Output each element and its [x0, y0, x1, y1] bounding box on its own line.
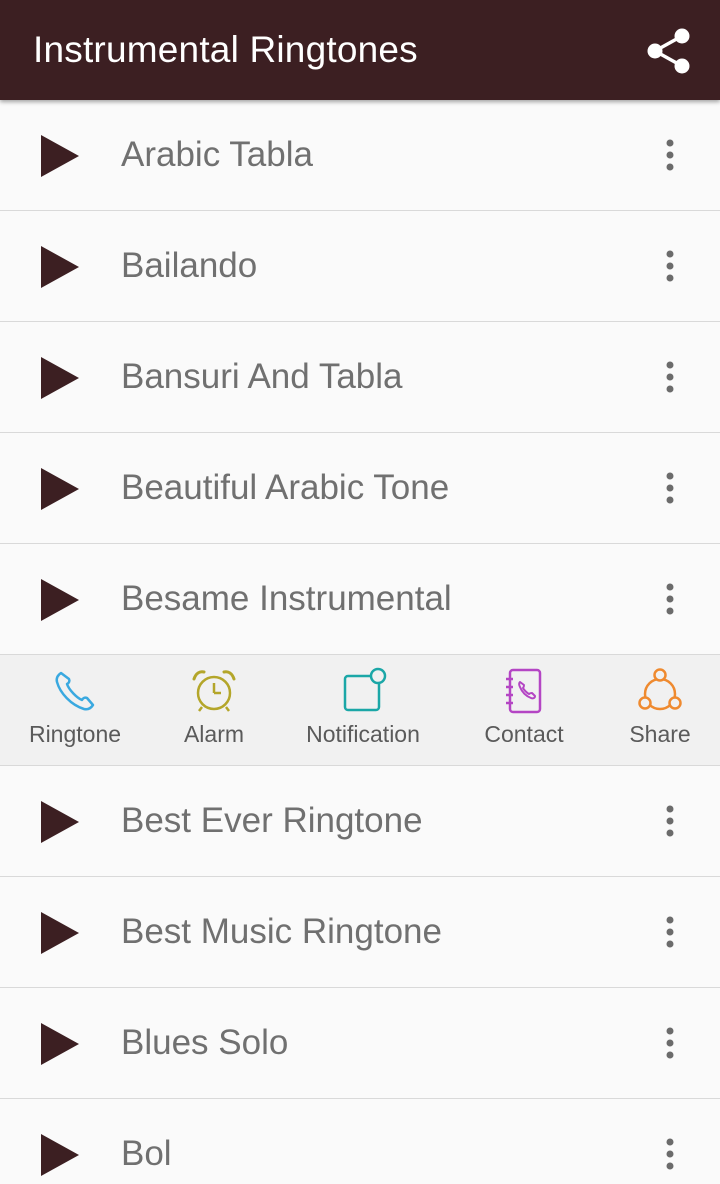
share-ringtone-button[interactable]: Share: [600, 655, 720, 765]
set-alarm-button[interactable]: Alarm: [150, 655, 278, 765]
app-title: Instrumental Ringtones: [33, 29, 418, 70]
ringtone-name: Best Ever Ringtone: [121, 801, 423, 840]
share-icon[interactable]: [646, 27, 692, 75]
contact-book-icon: [506, 668, 542, 714]
ringtone-row[interactable]: Besame Instrumental: [0, 544, 720, 655]
app-bar: Instrumental Ringtones: [0, 0, 720, 100]
play-icon[interactable]: [41, 1134, 79, 1176]
share-circle-icon: [638, 668, 682, 711]
ringtone-row[interactable]: Best Ever Ringtone: [0, 766, 720, 877]
set-notification-button[interactable]: Notification: [278, 655, 448, 765]
ringtone-name: Bol: [121, 1134, 172, 1173]
ringtone-name: Arabic Tabla: [121, 135, 313, 174]
more-options-icon[interactable]: [660, 804, 680, 838]
ringtone-row[interactable]: Best Music Ringtone: [0, 877, 720, 988]
ringtone-name: Bansuri And Tabla: [121, 357, 403, 396]
notification-label: Notification: [306, 721, 420, 747]
ringtone-name: Bailando: [121, 246, 258, 285]
ringtone-name: Beautiful Arabic Tone: [121, 468, 450, 507]
more-options-icon[interactable]: [660, 471, 680, 505]
ringtone-row[interactable]: Bol: [0, 1099, 720, 1184]
ringtone-row[interactable]: Blues Solo: [0, 988, 720, 1099]
more-options-icon[interactable]: [660, 915, 680, 949]
notification-icon: [343, 667, 387, 712]
more-options-icon[interactable]: [660, 360, 680, 394]
play-icon[interactable]: [41, 912, 79, 954]
ringtone-label: Ringtone: [28, 721, 122, 747]
share-label: Share: [629, 721, 691, 747]
more-options-icon[interactable]: [660, 138, 680, 172]
more-options-icon[interactable]: [660, 249, 680, 283]
ringtone-list: Arabic Tabla Bailando Bansuri And Tabla …: [0, 100, 720, 1184]
alarm-clock-icon: [192, 670, 236, 712]
ringtone-row[interactable]: Bailando: [0, 211, 720, 322]
more-options-icon[interactable]: [660, 1137, 680, 1171]
ringtone-action-bar: Ringtone Alarm Notification Contact Shar…: [0, 655, 720, 766]
alarm-label: Alarm: [183, 721, 245, 747]
ringtone-row[interactable]: Bansuri And Tabla: [0, 322, 720, 433]
phone-icon: [55, 671, 95, 711]
play-icon[interactable]: [41, 135, 79, 177]
ringtone-name: Blues Solo: [121, 1023, 289, 1062]
set-ringtone-button[interactable]: Ringtone: [0, 655, 150, 765]
more-options-icon[interactable]: [660, 1026, 680, 1060]
play-icon[interactable]: [41, 579, 79, 621]
play-icon[interactable]: [41, 246, 79, 288]
more-options-icon[interactable]: [660, 582, 680, 616]
play-icon[interactable]: [41, 357, 79, 399]
ringtone-name: Besame Instrumental: [121, 579, 452, 618]
set-contact-ringtone-button[interactable]: Contact: [448, 655, 600, 765]
play-icon[interactable]: [41, 801, 79, 843]
ringtone-row[interactable]: Beautiful Arabic Tone: [0, 433, 720, 544]
ringtone-name: Best Music Ringtone: [121, 912, 442, 951]
ringtone-row[interactable]: Arabic Tabla: [0, 100, 720, 211]
play-icon[interactable]: [41, 468, 79, 510]
play-icon[interactable]: [41, 1023, 79, 1065]
